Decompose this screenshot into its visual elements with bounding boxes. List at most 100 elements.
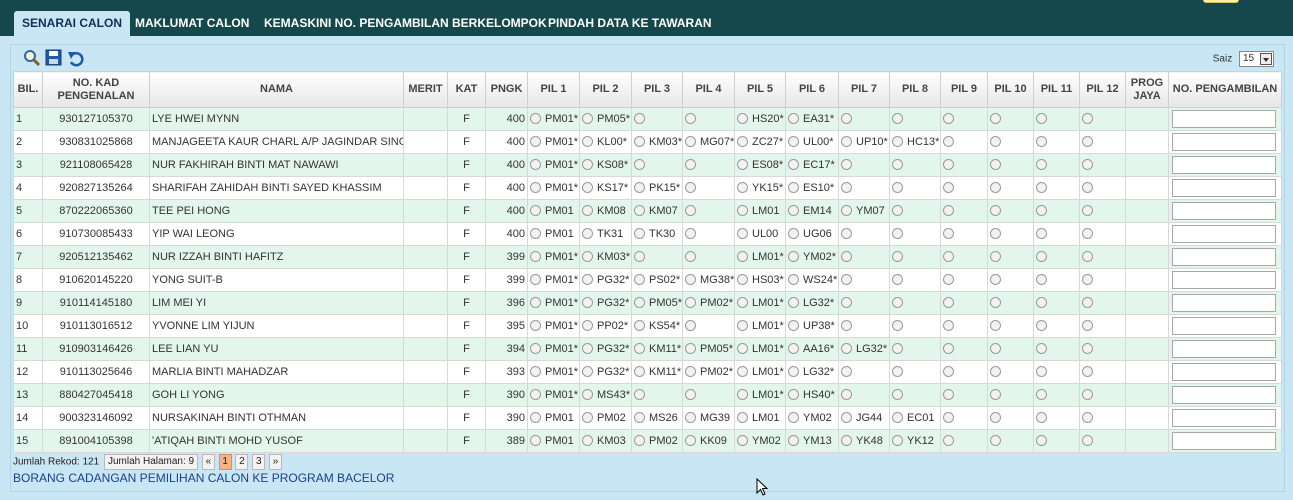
no-pengambilan-input[interactable]: [1172, 202, 1276, 220]
radio-button[interactable]: [1082, 411, 1093, 423]
radio-button[interactable]: [943, 365, 954, 377]
radio-button[interactable]: [943, 273, 954, 285]
radio-button[interactable]: [943, 135, 954, 147]
radio-button[interactable]: [788, 411, 799, 423]
no-pengambilan-input[interactable]: [1172, 271, 1276, 289]
col-merit[interactable]: MERIT: [403, 71, 448, 108]
radio-button[interactable]: [892, 204, 903, 216]
radio-button[interactable]: [737, 296, 748, 308]
radio-button[interactable]: [1036, 112, 1047, 124]
radio-button[interactable]: [788, 112, 799, 124]
radio-button[interactable]: [582, 434, 593, 446]
radio-button[interactable]: [737, 227, 748, 239]
radio-button[interactable]: [582, 181, 593, 193]
radio-button[interactable]: [1036, 250, 1047, 262]
radio-button[interactable]: [841, 204, 852, 216]
radio-button[interactable]: [1036, 227, 1047, 239]
radio-button[interactable]: [943, 319, 954, 331]
radio-button[interactable]: [943, 411, 954, 423]
radio-button[interactable]: [892, 273, 903, 285]
radio-button[interactable]: [582, 296, 593, 308]
radio-button[interactable]: [841, 411, 852, 423]
radio-button[interactable]: [530, 342, 541, 354]
radio-button[interactable]: [1036, 135, 1047, 147]
radio-button[interactable]: [892, 112, 903, 124]
table-row[interactable]: 15 891004105398 'ATIQAH BINTI MOHD YUSOF F 3…: [13, 429, 1282, 453]
table-row[interactable]: 7 920512135462 NUR IZZAH BINTI HAFITZ F 399 P…: [13, 245, 1282, 269]
radio-button[interactable]: [1036, 411, 1047, 423]
radio-button[interactable]: [841, 388, 852, 400]
radio-button[interactable]: [634, 273, 645, 285]
radio-button[interactable]: [1036, 365, 1047, 377]
radio-button[interactable]: [1036, 296, 1047, 308]
radio-button[interactable]: [943, 388, 954, 400]
radio-button[interactable]: [788, 296, 799, 308]
next-page-button[interactable]: »: [269, 454, 283, 470]
radio-button[interactable]: [737, 112, 748, 124]
radio-button[interactable]: [943, 204, 954, 216]
radio-button[interactable]: [530, 135, 541, 147]
radio-button[interactable]: [892, 388, 903, 400]
radio-button[interactable]: [530, 434, 541, 446]
table-row[interactable]: 8 910620145220 YONG SUIT-B F 399 PM01* PG32* PS…: [13, 268, 1282, 292]
radio-button[interactable]: [1082, 204, 1093, 216]
radio-button[interactable]: [530, 158, 541, 170]
radio-button[interactable]: [1082, 342, 1093, 354]
col-pil-8[interactable]: PIL 8: [889, 71, 941, 108]
radio-button[interactable]: [841, 158, 852, 170]
radio-button[interactable]: [892, 342, 903, 354]
radio-button[interactable]: [892, 158, 903, 170]
radio-button[interactable]: [685, 227, 696, 239]
radio-button[interactable]: [788, 250, 799, 262]
radio-button[interactable]: [788, 158, 799, 170]
cell-nama[interactable]: GOH LI YONG: [149, 383, 404, 407]
radio-button[interactable]: [990, 296, 1001, 308]
radio-button[interactable]: [1082, 227, 1093, 239]
radio-button[interactable]: [685, 112, 696, 124]
page-button-1[interactable]: 1: [218, 454, 232, 470]
radio-button[interactable]: [1036, 388, 1047, 400]
tab-pindah-data[interactable]: PINDAH DATA KE TAWARAN: [540, 11, 720, 36]
page-button-3[interactable]: 3: [252, 454, 266, 470]
radio-button[interactable]: [530, 181, 541, 193]
table-row[interactable]: 1 930127105370 LYE HWEI MYNN F 400 PM01* PM05*…: [13, 107, 1282, 131]
radio-button[interactable]: [990, 411, 1001, 423]
radio-button[interactable]: [990, 388, 1001, 400]
radio-button[interactable]: [841, 342, 852, 354]
radio-button[interactable]: [737, 135, 748, 147]
table-row[interactable]: 12 910113025646 MARLIA BINTI MAHADZAR F 393 P…: [13, 360, 1282, 384]
table-row[interactable]: 2 930831025868 MANJAGEETA KAUR CHARL A/P J…: [13, 130, 1282, 154]
radio-button[interactable]: [1082, 112, 1093, 124]
radio-button[interactable]: [685, 204, 696, 216]
radio-button[interactable]: [1082, 273, 1093, 285]
radio-button[interactable]: [582, 388, 593, 400]
radio-button[interactable]: [530, 204, 541, 216]
radio-button[interactable]: [990, 250, 1001, 262]
radio-button[interactable]: [788, 388, 799, 400]
cell-nama[interactable]: SHARIFAH ZAHIDAH BINTI SAYED KHASSIM: [149, 176, 404, 200]
radio-button[interactable]: [1082, 365, 1093, 377]
table-row[interactable]: 9 910114145180 LIM MEI YI F 396 PM01* PG32* PM0…: [13, 291, 1282, 315]
borang-cadangan-link[interactable]: BORANG CADANGAN PEMILIHAN CALON KE PROGR…: [13, 471, 394, 485]
cell-nama[interactable]: MARLIA BINTI MAHADZAR: [149, 360, 404, 384]
radio-button[interactable]: [737, 158, 748, 170]
col-kat[interactable]: KAT: [447, 71, 486, 108]
radio-button[interactable]: [634, 112, 645, 124]
radio-button[interactable]: [943, 112, 954, 124]
cell-nama[interactable]: LIM MEI YI: [149, 291, 404, 315]
radio-button[interactable]: [892, 135, 903, 147]
col-pil-6[interactable]: PIL 6: [785, 71, 839, 108]
prev-page-button[interactable]: «: [201, 454, 215, 470]
radio-button[interactable]: [841, 227, 852, 239]
table-row[interactable]: 5 870222065360 TEE PEI HONG F 400 PM01 KM08 KM0…: [13, 199, 1282, 223]
radio-button[interactable]: [943, 342, 954, 354]
radio-button[interactable]: [737, 365, 748, 377]
col-kad[interactable]: NO. KAD PENGENALAN: [42, 71, 150, 108]
radio-button[interactable]: [530, 388, 541, 400]
radio-button[interactable]: [1082, 319, 1093, 331]
radio-button[interactable]: [685, 434, 696, 446]
radio-button[interactable]: [634, 411, 645, 423]
radio-button[interactable]: [841, 273, 852, 285]
radio-button[interactable]: [582, 250, 593, 262]
radio-button[interactable]: [788, 227, 799, 239]
